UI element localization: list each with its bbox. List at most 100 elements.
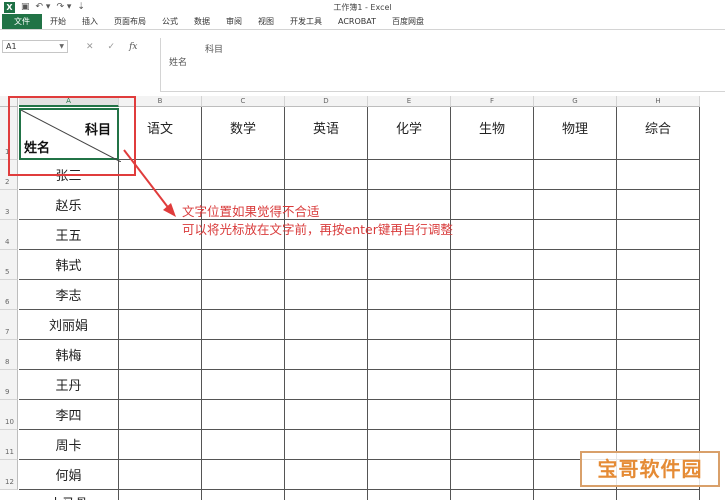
student-name-cell[interactable]: 韩式 [19,250,119,280]
score-cell[interactable] [617,220,700,250]
student-name-cell[interactable]: 李志 [19,280,119,310]
cancel-icon[interactable]: ✕ [86,42,94,52]
score-cell[interactable] [451,220,534,250]
row-header[interactable]: 8 [0,340,18,370]
score-cell[interactable] [617,310,700,340]
score-cell[interactable] [202,340,285,370]
score-cell[interactable] [368,160,451,190]
column-header-g[interactable]: G [534,96,617,107]
score-cell[interactable] [368,280,451,310]
score-cell[interactable] [202,400,285,430]
score-cell[interactable] [368,340,451,370]
column-header-f[interactable]: F [451,96,534,107]
subject-header-cell[interactable]: 生物 [451,107,534,160]
score-cell[interactable] [285,280,368,310]
column-header-e[interactable]: E [368,96,451,107]
score-cell[interactable] [534,280,617,310]
row-header[interactable]: 10 [0,400,18,430]
score-cell[interactable] [451,190,534,220]
score-cell[interactable] [534,310,617,340]
score-cell[interactable] [119,400,202,430]
student-name-cell[interactable]: 小马骨 [19,490,119,500]
score-cell[interactable] [368,250,451,280]
subject-header-cell[interactable]: 化学 [368,107,451,160]
score-cell[interactable] [451,490,534,500]
row-header[interactable]: 4 [0,220,18,250]
student-name-cell[interactable]: 赵乐 [19,190,119,220]
row-header[interactable]: 9 [0,370,18,400]
score-cell[interactable] [285,490,368,500]
score-cell[interactable] [119,430,202,460]
score-cell[interactable] [285,340,368,370]
subject-header-cell[interactable]: 数学 [202,107,285,160]
student-name-cell[interactable]: 刘丽娟 [19,310,119,340]
tab-file[interactable]: 文件 [2,14,42,29]
score-cell[interactable] [285,250,368,280]
score-cell[interactable] [617,190,700,220]
student-name-cell[interactable]: 周卡 [19,430,119,460]
score-cell[interactable] [617,400,700,430]
tab-page-layout[interactable]: 页面布局 [106,14,154,29]
tab-review[interactable]: 审阅 [218,14,250,29]
score-cell[interactable] [202,490,285,500]
subject-header-cell[interactable]: 物理 [534,107,617,160]
tab-view[interactable]: 视图 [250,14,282,29]
column-header-d[interactable]: D [285,96,368,107]
chevron-down-icon[interactable]: ▼ [59,41,64,52]
score-cell[interactable] [368,310,451,340]
score-cell[interactable] [451,310,534,340]
score-cell[interactable] [451,160,534,190]
row-header[interactable]: 5 [0,250,18,280]
score-cell[interactable] [534,370,617,400]
row-header[interactable]: 3 [0,190,18,220]
score-cell[interactable] [451,430,534,460]
score-cell[interactable] [451,460,534,490]
score-cell[interactable] [285,430,368,460]
tab-data[interactable]: 数据 [186,14,218,29]
score-cell[interactable] [617,160,700,190]
tab-developer[interactable]: 开发工具 [282,14,330,29]
score-cell[interactable] [451,280,534,310]
score-cell[interactable] [285,310,368,340]
score-cell[interactable] [534,400,617,430]
student-name-cell[interactable]: 王五 [19,220,119,250]
row-header[interactable]: 11 [0,430,18,460]
score-cell[interactable] [534,490,617,500]
score-cell[interactable] [285,160,368,190]
score-cell[interactable] [451,400,534,430]
score-cell[interactable] [202,160,285,190]
student-name-cell[interactable]: 李四 [19,400,119,430]
score-cell[interactable] [617,490,700,500]
score-cell[interactable] [119,370,202,400]
student-name-cell[interactable]: 何娟 [19,460,119,490]
column-header-c[interactable]: C [202,96,285,107]
tab-home[interactable]: 开始 [42,14,74,29]
score-cell[interactable] [534,250,617,280]
score-cell[interactable] [534,160,617,190]
insert-function-icon[interactable]: fx [129,42,137,52]
score-cell[interactable] [534,220,617,250]
score-cell[interactable] [617,280,700,310]
score-cell[interactable] [119,460,202,490]
score-cell[interactable] [202,250,285,280]
score-cell[interactable] [285,370,368,400]
tab-acrobat[interactable]: ACROBAT [330,14,384,29]
student-name-cell[interactable]: 韩梅 [19,340,119,370]
enter-icon[interactable]: ✓ [108,42,116,52]
score-cell[interactable] [119,310,202,340]
score-cell[interactable] [119,280,202,310]
score-cell[interactable] [202,280,285,310]
subject-header-cell[interactable]: 英语 [285,107,368,160]
student-name-cell[interactable]: 王丹 [19,370,119,400]
score-cell[interactable] [202,460,285,490]
formula-input[interactable]: 科目 姓名 [160,38,725,92]
score-cell[interactable] [202,310,285,340]
score-cell[interactable] [617,370,700,400]
score-cell[interactable] [617,250,700,280]
score-cell[interactable] [368,430,451,460]
score-cell[interactable] [368,460,451,490]
tab-insert[interactable]: 插入 [74,14,106,29]
row-header[interactable]: 7 [0,310,18,340]
name-box[interactable]: A1 ▼ [2,40,68,53]
tab-baidu-netdisk[interactable]: 百度网盘 [384,14,432,29]
